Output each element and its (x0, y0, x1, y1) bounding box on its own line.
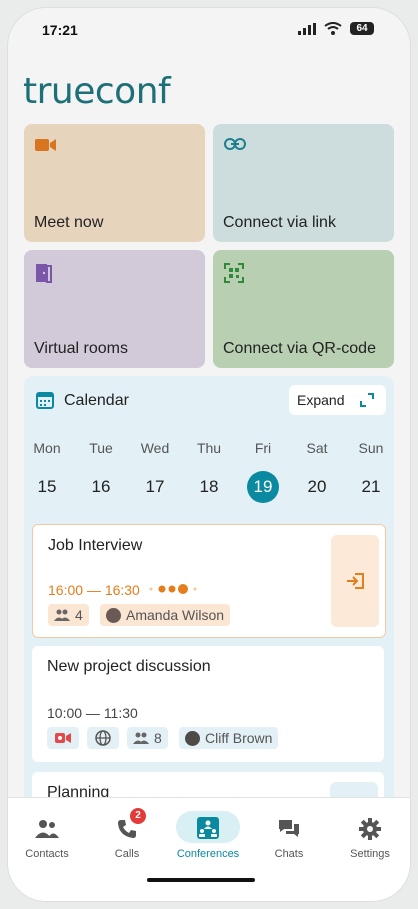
participants-chip: 4 (48, 604, 89, 626)
day-name-mon: Mon (33, 440, 61, 456)
day-number-15[interactable]: 15 (27, 471, 67, 503)
web-chip (87, 727, 119, 749)
status-time: 17:21 (42, 22, 78, 38)
video-camera-icon (55, 733, 71, 743)
tab-conferences[interactable]: Conferences (168, 811, 248, 860)
gear-icon (359, 818, 381, 840)
people-icon (54, 609, 70, 621)
video-camera-icon (35, 139, 56, 151)
connect-via-link-tile[interactable]: Connect via link (213, 124, 394, 242)
phone-screen: 17:21 64 trueconf Meet now Connect via l… (8, 8, 410, 901)
contacts-icon (35, 820, 59, 838)
event-title: Job Interview (48, 537, 143, 554)
status-icons: 64 (298, 22, 374, 35)
video-chip (47, 727, 79, 749)
event-card-new-project[interactable]: New project discussion 10:00 — 11:30 8 C… (32, 646, 384, 762)
participants-count: 8 (154, 730, 162, 746)
conferences-icon (197, 817, 219, 839)
avatar (185, 730, 200, 746)
day-name-fri: Fri (254, 440, 272, 456)
globe-icon (95, 730, 111, 746)
door-icon (36, 264, 52, 283)
calls-badge: 2 (130, 808, 146, 824)
organizer-chip: Cliff Brown (179, 727, 279, 749)
virtual-rooms-tile[interactable]: Virtual rooms (24, 250, 205, 368)
connect-via-qr-label: Connect via QR-code (223, 340, 376, 357)
day-name-tue: Tue (89, 440, 113, 456)
organizer-name: Amanda Wilson (126, 607, 225, 623)
home-indicator (147, 878, 255, 882)
qr-code-icon (224, 263, 244, 283)
day-name-sat: Sat (306, 440, 328, 456)
day-number-20[interactable]: 20 (297, 471, 337, 503)
tab-label: Conferences (176, 848, 240, 860)
status-bar: 17:21 64 (8, 8, 410, 52)
tab-label: Contacts (25, 848, 69, 860)
tab-contacts[interactable]: Contacts (8, 813, 87, 860)
tab-label: Chats (274, 848, 304, 860)
trueconf-logo: trueconf (23, 71, 171, 112)
avatar (106, 607, 121, 623)
wifi-icon (324, 22, 342, 35)
event-time: 16:00 — 16:30 (48, 582, 140, 598)
tab-settings[interactable]: Settings (330, 813, 410, 860)
connect-via-qr-tile[interactable]: Connect via QR-code (213, 250, 394, 368)
organizer-chip: Amanda Wilson (100, 604, 231, 626)
event-title: New project discussion (47, 658, 211, 675)
virtual-rooms-label: Virtual rooms (34, 340, 128, 357)
bottom-tab-bar: Contacts 2 Calls Conferences Chats Setti… (8, 797, 410, 901)
day-name-wed: Wed (140, 440, 170, 456)
calendar-title: Calendar (64, 392, 129, 409)
day-number-16[interactable]: 16 (81, 471, 121, 503)
battery-icon: 64 (350, 22, 374, 35)
signal-icon (298, 22, 316, 35)
expand-icon (360, 393, 374, 407)
event-time: 10:00 — 11:30 (47, 705, 138, 721)
participants-count: 4 (75, 607, 83, 623)
day-number-18[interactable]: 18 (189, 471, 229, 503)
meet-now-label: Meet now (34, 214, 104, 231)
tab-chats[interactable]: Chats (249, 813, 329, 860)
day-name-thu: Thu (196, 440, 222, 456)
day-number-19-selected[interactable]: 19 (247, 471, 279, 503)
organizer-name: Cliff Brown (205, 730, 273, 746)
day-number-21[interactable]: 21 (351, 471, 391, 503)
calendar-panel: Calendar Expand Mon Tue Wed Thu Fri Sat … (24, 376, 394, 832)
link-icon (224, 138, 246, 150)
calendar-icon (36, 392, 54, 409)
tab-calls[interactable]: 2 Calls (87, 808, 167, 860)
event-card-job-interview[interactable]: Job Interview 16:00 — 16:30 4 Amanda Wil… (32, 524, 386, 638)
expand-label: Expand (297, 392, 345, 408)
tab-label: Calls (114, 848, 140, 860)
tab-label: Settings (350, 848, 390, 860)
participants-chip: 8 (127, 727, 168, 749)
day-name-sun: Sun (358, 440, 384, 456)
day-number-17[interactable]: 17 (135, 471, 175, 503)
people-icon (133, 732, 149, 744)
live-indicator-icon (149, 584, 197, 594)
connect-via-link-label: Connect via link (223, 214, 336, 231)
expand-button[interactable]: Expand (289, 385, 386, 415)
enter-icon (347, 573, 364, 589)
meet-now-tile[interactable]: Meet now (24, 124, 205, 242)
chats-icon (279, 820, 299, 837)
join-button[interactable] (331, 535, 379, 627)
